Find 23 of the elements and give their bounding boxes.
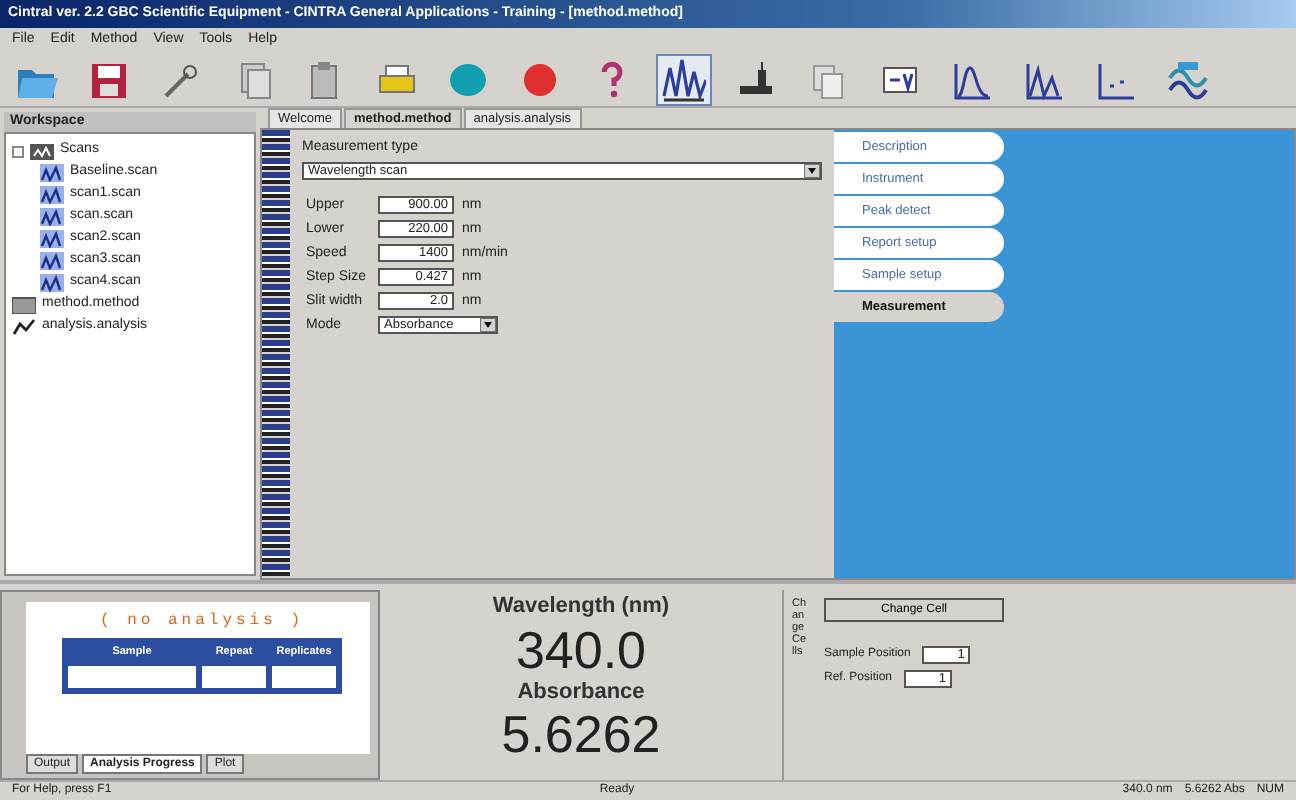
scan-icon [40,274,64,292]
method-icon [12,296,36,314]
expander-icon[interactable] [12,145,24,157]
analysis-icon [12,318,36,336]
scan-icon [40,164,64,182]
folder-icon [30,142,54,160]
absorbance-value: 5.6262 [501,708,661,760]
readout-label: Wavelength (nm) [492,592,670,622]
scan-icon [40,186,64,204]
scan-icon [40,252,64,270]
analysis-status: ( no analysis ) [97,610,306,634]
table-cell [272,666,336,688]
dropdown-arrow-icon [804,164,820,179]
readout-label: Absorbance [517,677,645,707]
toolbar-button[interactable] [656,53,712,105]
table-cell [202,666,266,688]
scan-icon [40,208,64,226]
spectrum-icon [662,57,706,101]
dropdown-arrow-icon [480,318,496,333]
table-cell [68,666,196,688]
wavelength-value: 340.0 [515,623,647,675]
wave-icon [1166,57,1210,101]
scan-icon [40,230,64,248]
